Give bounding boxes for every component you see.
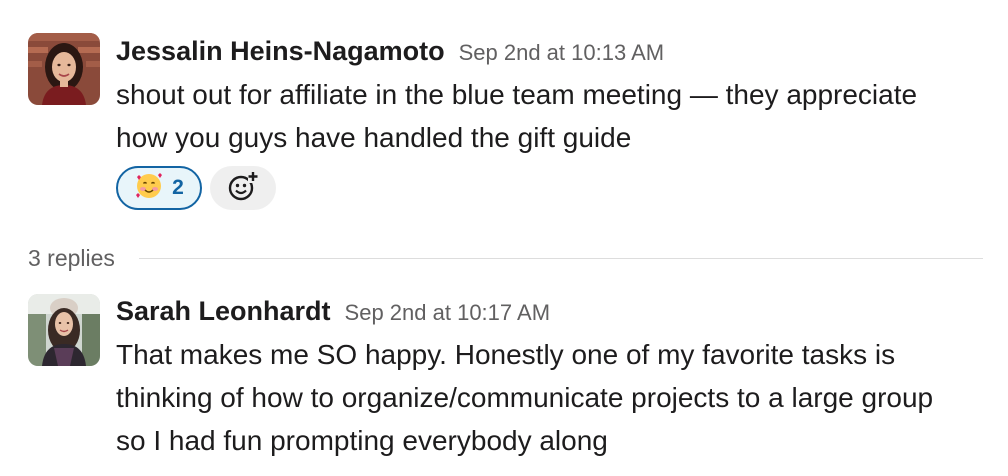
message-header: Sarah Leonhardt Sep 2nd at 10:17 AM: [116, 296, 550, 327]
message-line: how you guys have handled the gift guide: [116, 122, 632, 153]
author-name[interactable]: Sarah Leonhardt: [116, 296, 331, 327]
message-line: shout out for affiliate in the blue team…: [116, 79, 918, 110]
reaction-smiling-face-with-hearts[interactable]: 2: [116, 166, 202, 210]
message-line: That makes me SO happy. Honestly one of …: [116, 339, 896, 370]
reaction-count: 2: [172, 176, 184, 199]
add-reaction-button[interactable]: [210, 166, 276, 210]
message-body: That makes me SO happy. Honestly one of …: [116, 333, 996, 462]
message-timestamp[interactable]: Sep 2nd at 10:17 AM: [345, 300, 551, 326]
message-line: so I had fun prompting everybody along: [116, 425, 608, 456]
avatar[interactable]: [28, 33, 100, 105]
add-emoji-icon: [226, 169, 260, 208]
person-photo-avatar-icon: [28, 294, 100, 366]
thread-replies-divider: 3 replies: [28, 242, 983, 274]
smiling-face-with-hearts-emoji-icon: [134, 171, 164, 206]
reactions-bar: 2: [116, 166, 276, 210]
message-line: thinking of how to organize/communicate …: [116, 382, 934, 413]
person-photo-avatar-icon: [28, 33, 100, 105]
author-name[interactable]: Jessalin Heins-Nagamoto: [116, 36, 445, 67]
replies-count[interactable]: 3 replies: [28, 245, 115, 272]
divider: [138, 257, 983, 259]
message-body: shout out for affiliate in the blue team…: [116, 73, 996, 159]
message-header: Jessalin Heins-Nagamoto Sep 2nd at 10:13…: [116, 36, 664, 67]
message-timestamp[interactable]: Sep 2nd at 10:13 AM: [459, 40, 665, 66]
avatar[interactable]: [28, 294, 100, 366]
